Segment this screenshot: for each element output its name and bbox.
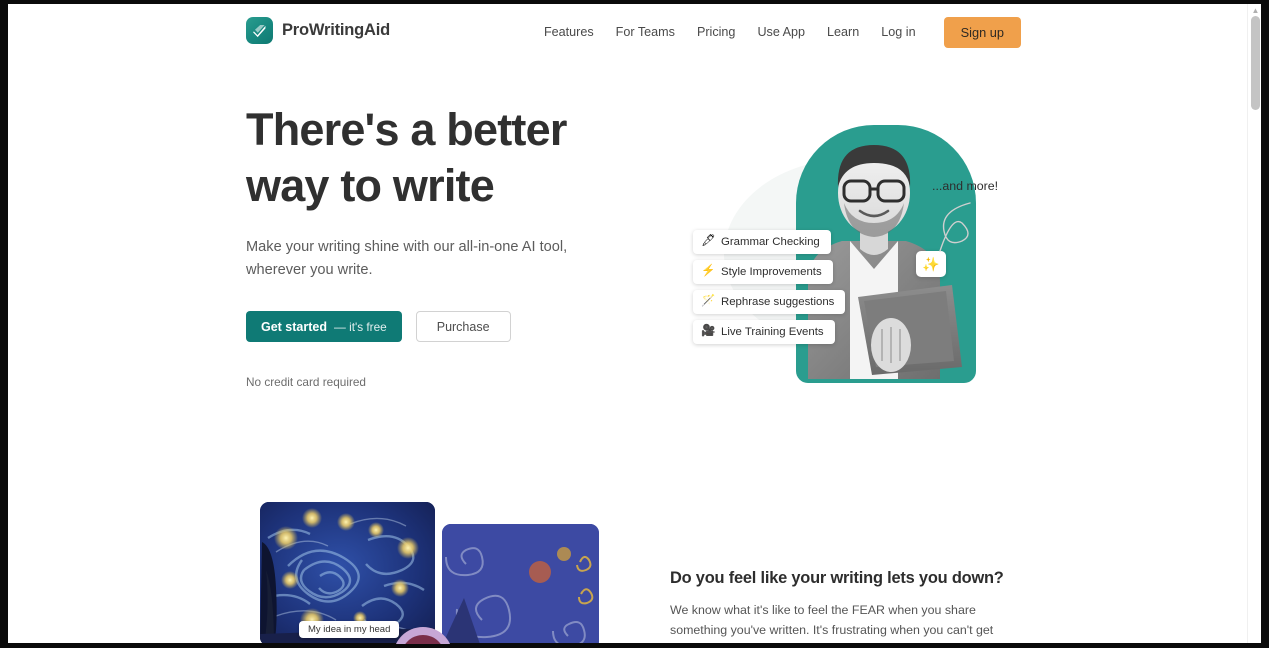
nav-log-in[interactable]: Log in: [870, 16, 926, 49]
feature-label: Grammar Checking: [721, 236, 820, 248]
scroll-up-arrow-icon[interactable]: ▲: [1251, 6, 1260, 15]
hero-headline: There's a better way to write: [246, 104, 567, 211]
lightning-bolt-icon: ⚡: [701, 265, 716, 278]
brand-name: ProWritingAid: [282, 21, 391, 39]
feature-card-live-training-events[interactable]: 🎥 Live Training Events: [693, 320, 835, 344]
feature-label-list: 🖋 Grammar Checking ⚡ Style Improvements …: [693, 230, 846, 344]
nav-pricing[interactable]: Pricing: [686, 16, 747, 49]
browser-viewport: ProWritingAid Features For Teams Pricing…: [8, 4, 1261, 644]
site-header: ProWritingAid Features For Teams Pricing…: [8, 4, 1247, 60]
purchase-button[interactable]: Purchase: [415, 311, 511, 342]
video-camera-icon: 🎥: [701, 325, 716, 338]
nav-use-app[interactable]: Use App: [746, 16, 816, 49]
hand-drawn-arrow-icon: [939, 202, 971, 252]
page-content: ProWritingAid Features For Teams Pricing…: [8, 4, 1247, 644]
feature-label: Style Improvements: [721, 266, 822, 278]
feature-label: Live Training Events: [721, 326, 824, 338]
section-two-text-block: Do you feel like your writing lets you d…: [670, 569, 1015, 644]
and-more-annotation: ...and more!: [932, 179, 999, 193]
browser-frame: ProWritingAid Features For Teams Pricing…: [0, 0, 1269, 648]
feature-card-style-improvements[interactable]: ⚡ Style Improvements: [693, 260, 833, 284]
starry-night-comparison-graphic: My idea in my head: [253, 502, 603, 644]
section-two-body: We know what it's like to feel the FEAR …: [670, 603, 994, 644]
main-navigation: Features For Teams Pricing Use App Learn…: [533, 16, 1021, 49]
nav-for-teams[interactable]: For Teams: [605, 16, 686, 49]
prowritingaid-leaf-check-icon: [246, 17, 273, 44]
feature-card-rephrase-suggestions[interactable]: 🪄 Rephrase suggestions: [693, 290, 846, 314]
nav-learn[interactable]: Learn: [816, 16, 870, 49]
vertical-scrollbar[interactable]: ▲: [1247, 4, 1261, 644]
hero-subheadline: Make your writing shine with our all-in-…: [246, 239, 568, 278]
pen-icon: 🖋: [701, 235, 716, 248]
hero-text-block: There's a better way to write Make your …: [246, 102, 616, 389]
simplified-painting-card: [442, 524, 599, 644]
purple-circle-inner: [401, 635, 445, 644]
feature-label: Rephrase suggestions: [721, 296, 835, 308]
scrollbar-thumb[interactable]: [1251, 16, 1260, 110]
hero-cta-group: Get started — it's free Purchase: [246, 311, 616, 342]
nav-features[interactable]: Features: [533, 16, 605, 49]
no-credit-card-note: No credit card required: [246, 375, 366, 389]
sign-up-button[interactable]: Sign up: [943, 17, 1021, 48]
magic-wand-icon: 🪄: [701, 295, 716, 308]
image-caption-my-idea: My idea in my head: [299, 621, 400, 638]
feature-card-grammar-checking[interactable]: 🖋 Grammar Checking: [693, 230, 831, 254]
get-started-label: Get started: [261, 319, 327, 334]
window-bottom-edge: [0, 643, 1269, 648]
get-started-free-note: — it's free: [334, 319, 387, 334]
brand-logo-link[interactable]: ProWritingAid: [246, 17, 390, 44]
get-started-button[interactable]: Get started — it's free: [246, 311, 402, 342]
hero-illustration: ✨ ...and more! 🖋 Grammar Checking ⚡ Styl…: [668, 99, 1028, 399]
section-two-heading: Do you feel like your writing lets you d…: [670, 569, 1004, 587]
